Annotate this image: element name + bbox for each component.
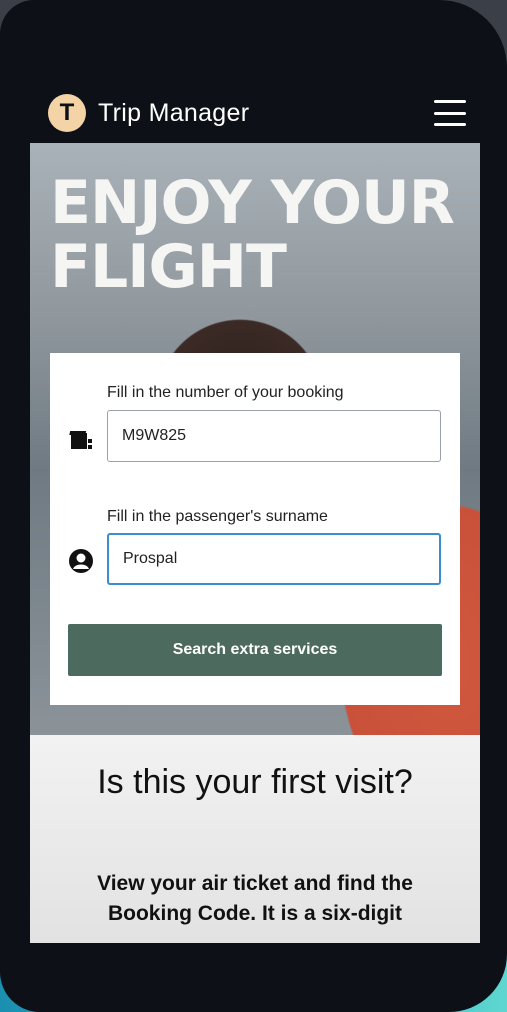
app-name: Trip Manager	[98, 98, 250, 127]
trip-manager-logo-icon: T	[48, 94, 86, 132]
page-content: ENJOY YOUR FLIGHT Fill in the number of …	[30, 143, 480, 943]
hamburger-menu-icon[interactable]	[434, 100, 466, 126]
hero-title-line-1: ENJOY YOUR	[50, 168, 455, 238]
hero-title-line-2: FLIGHT	[50, 232, 287, 302]
user-circle-icon	[68, 548, 94, 574]
booking-number-value: M9W825	[122, 427, 187, 444]
hero-title: ENJOY YOUR FLIGHT	[50, 168, 455, 302]
booking-number-label: Fill in the number of your booking	[107, 384, 344, 401]
app-header: T Trip Manager	[30, 82, 480, 144]
surname-input[interactable]: Prospal	[107, 533, 441, 585]
ticket-icon	[68, 427, 94, 453]
booking-search-card: Fill in the number of your booking M9W82…	[50, 353, 460, 705]
first-visit-section: Is this your first visit? View your air …	[30, 735, 480, 943]
phone-frame: T Trip Manager ENJOY YOUR FLIGHT Fill in…	[0, 0, 507, 1012]
brand[interactable]: T Trip Manager	[30, 94, 249, 132]
booking-number-input[interactable]: M9W825	[107, 410, 441, 462]
surname-label: Fill in the passenger's surname	[107, 508, 328, 525]
surname-value: Prospal	[123, 550, 178, 567]
first-visit-text: View your air ticket and find the Bookin…	[97, 872, 413, 925]
first-visit-heading: Is this your first visit?	[97, 763, 413, 801]
logo-glyph: T	[59, 99, 75, 126]
search-extra-services-button[interactable]: Search extra services	[68, 624, 442, 676]
hero-image: ENJOY YOUR FLIGHT Fill in the number of …	[30, 143, 480, 735]
